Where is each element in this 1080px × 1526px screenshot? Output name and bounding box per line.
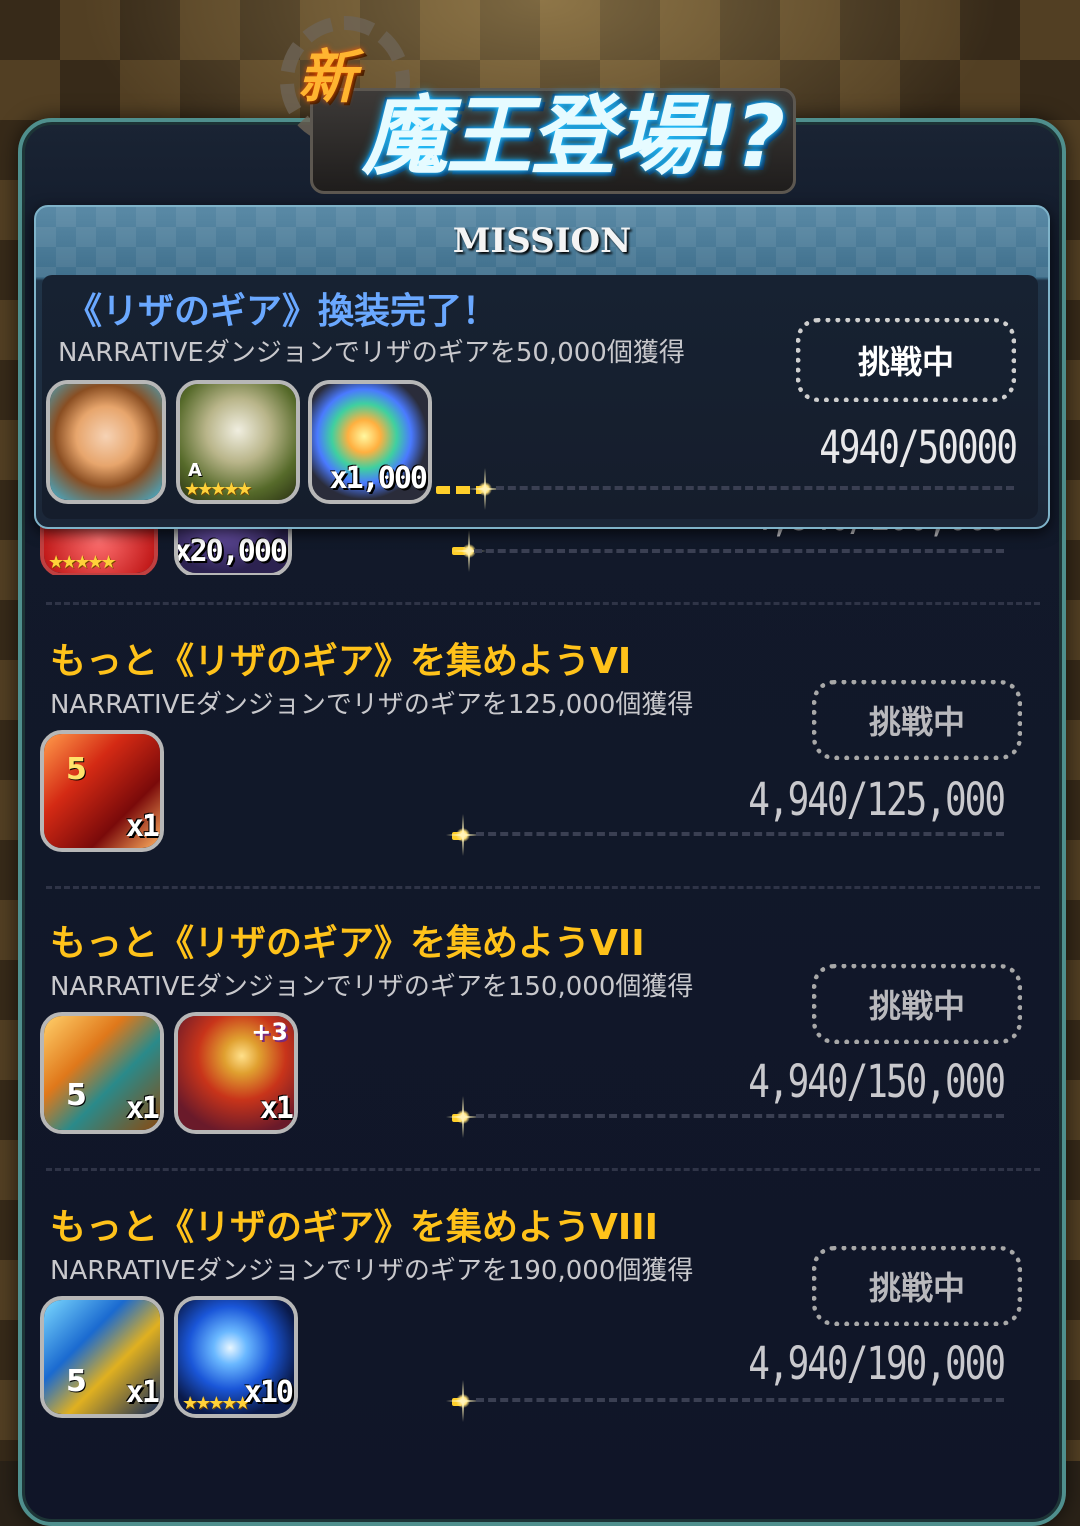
- reward-quantity: x1: [259, 1091, 294, 1126]
- challenge-button[interactable]: 挑戦中: [812, 680, 1022, 760]
- rarity-stars: ★★★★★: [48, 552, 117, 573]
- mission-description: NARRATIVEダンジョンでリザのギアを190,000個獲得: [50, 1256, 694, 1286]
- reward-tile[interactable]: x1,000: [308, 380, 432, 504]
- mission-title: もっと《リザのギア》を集めようVI: [50, 641, 632, 682]
- challenge-button[interactable]: 挑戦中: [812, 964, 1022, 1044]
- progress-text: 4,940/190,000: [748, 1338, 1006, 1391]
- progress-spark-icon: [468, 468, 502, 510]
- challenge-button[interactable]: 挑戦中: [796, 318, 1016, 402]
- section-title: MISSION: [452, 221, 632, 261]
- reward-quantity: x1: [125, 1091, 160, 1126]
- reward-tile[interactable]: [46, 380, 166, 504]
- progress-track: [496, 486, 1014, 496]
- progress-text: 4,940/125,000: [748, 774, 1006, 827]
- mission-title: 《リザのギア》換装完了！: [66, 291, 499, 332]
- progress-text: 4,940/150,000: [748, 1056, 1006, 1109]
- reward-tile[interactable]: 5 x1: [40, 730, 164, 852]
- reward-quantity: x10: [243, 1375, 294, 1410]
- reward-quantity: x20,000: [174, 534, 288, 569]
- mission-title: もっと《リザのギア》を集めようVIII: [50, 1207, 659, 1248]
- rarity-stars: ★★★★★: [182, 1393, 251, 1414]
- reward-quantity: x1,000: [329, 461, 428, 496]
- reward-tile[interactable]: 5 x1: [40, 1296, 164, 1418]
- reward-quantity: x1: [125, 809, 160, 844]
- reward-quantity: x1: [125, 1375, 160, 1410]
- progress-spark-icon: [446, 1380, 480, 1422]
- rank-label: A: [188, 460, 202, 481]
- row-separator: [46, 602, 1040, 605]
- progress-spark-icon: [446, 1096, 480, 1138]
- plus-badge: +3: [251, 1018, 288, 1046]
- progress-track: [476, 832, 1004, 842]
- mission-title: もっと《リザのギア》を集めようVII: [50, 923, 645, 964]
- rarity-stars: ★★★★★: [184, 479, 253, 500]
- reward-tile[interactable]: ★★★★★ x10: [174, 1296, 298, 1418]
- event-title-logo: 新 魔王登場!?: [270, 8, 830, 208]
- challenge-button[interactable]: 挑戦中: [812, 1246, 1022, 1326]
- reward-tile[interactable]: 5 x1: [40, 1012, 164, 1134]
- progress-spark-icon: [446, 814, 480, 856]
- ticket-badge: 5: [66, 1364, 87, 1399]
- reward-tile[interactable]: +3 x1: [174, 1012, 298, 1134]
- ticket-badge: 5: [66, 752, 87, 787]
- progress-track: [476, 1398, 1004, 1408]
- mission-description: NARRATIVEダンジョンでリザのギアを50,000個獲得: [58, 338, 685, 368]
- progress-track: [476, 1114, 1004, 1124]
- progress-text: 4940/50000: [819, 422, 1018, 475]
- event-title: 魔王登場!?: [362, 87, 785, 187]
- reward-tile[interactable]: A ★★★★★: [176, 380, 300, 504]
- character-portrait-icon: [50, 384, 162, 500]
- mission-description: NARRATIVEダンジョンでリザのギアを150,000個獲得: [50, 972, 694, 1002]
- title-prefix: 新: [298, 43, 357, 111]
- ticket-badge: 5: [66, 1078, 87, 1113]
- row-separator: [46, 886, 1040, 889]
- mission-description: NARRATIVEダンジョンでリザのギアを125,000個獲得: [50, 690, 694, 720]
- progress-track: [474, 549, 1004, 559]
- row-separator: [46, 1168, 1040, 1171]
